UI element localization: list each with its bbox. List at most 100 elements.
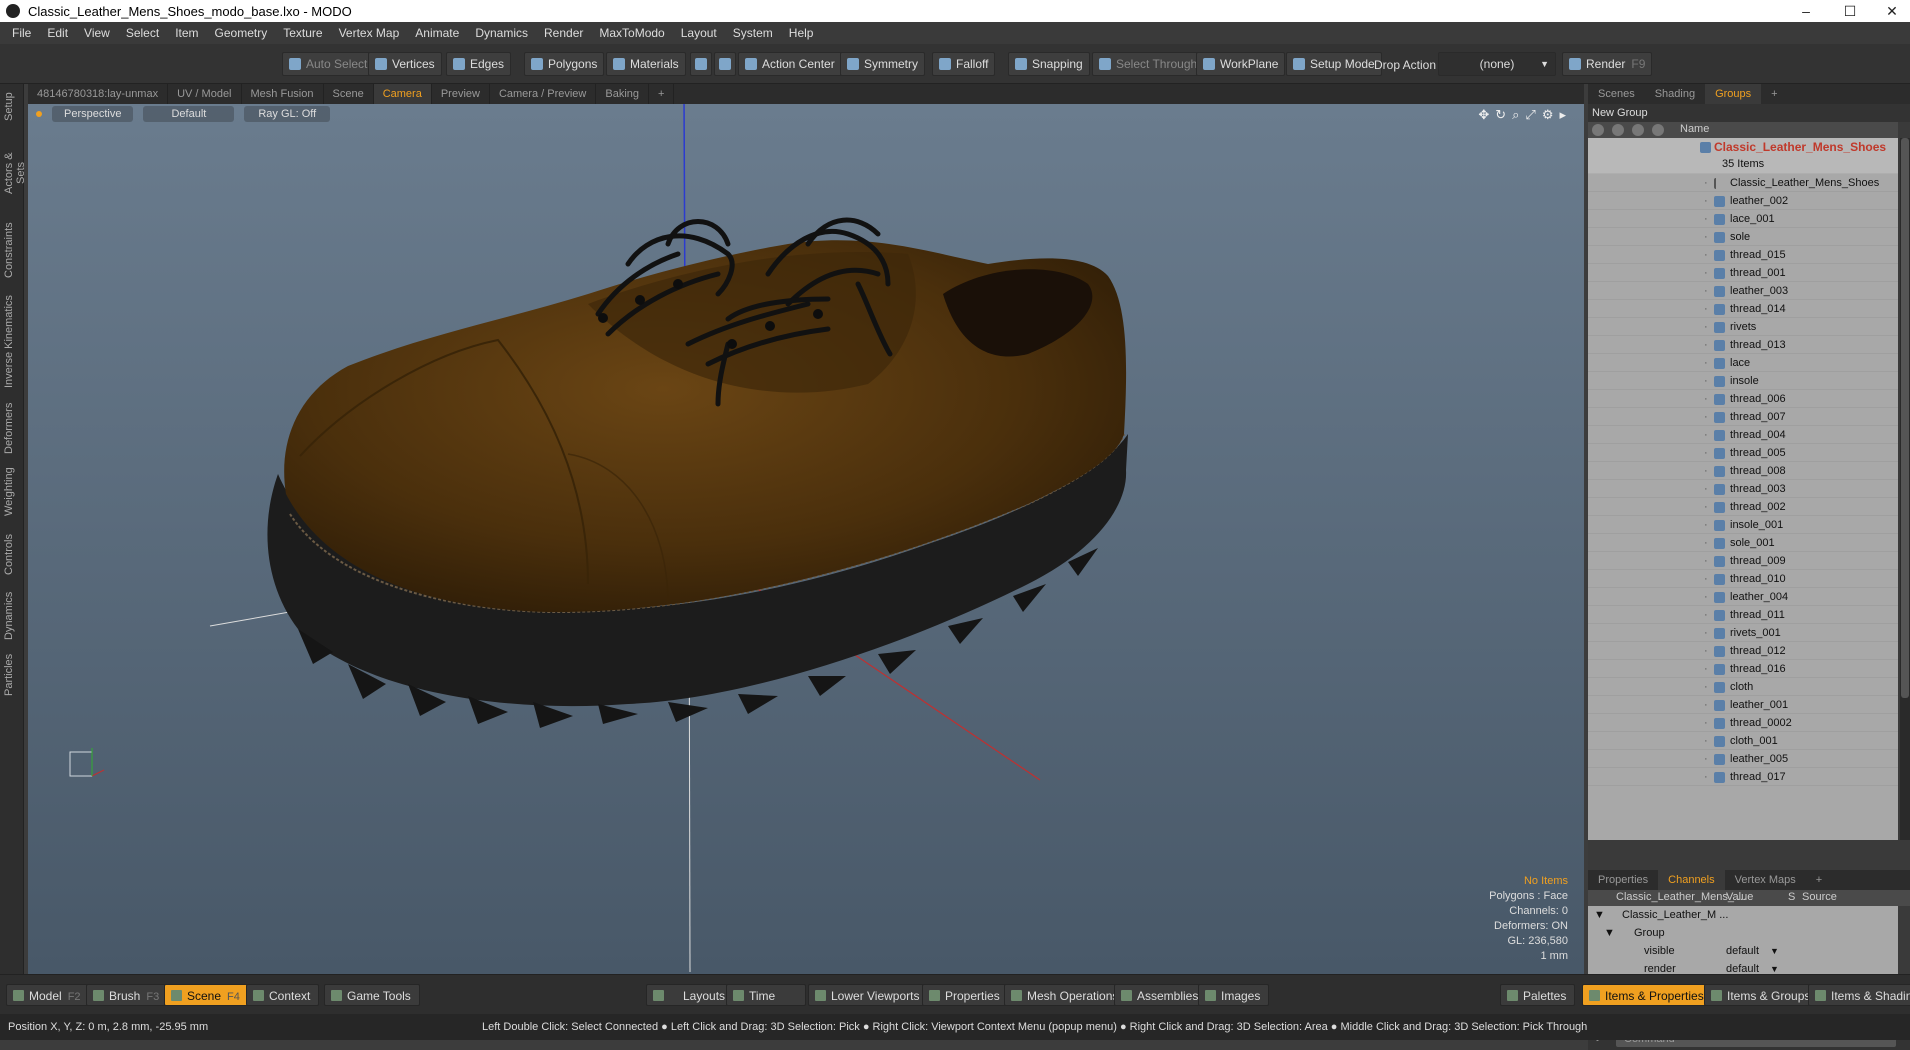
menu-select[interactable]: Select bbox=[118, 26, 167, 40]
tab-weighting[interactable]: Weighting bbox=[3, 464, 19, 520]
materials-button[interactable]: Materials bbox=[606, 52, 686, 76]
tab-mesh-fusion[interactable]: Mesh Fusion bbox=[242, 84, 324, 104]
lock-icon[interactable] bbox=[1632, 124, 1644, 136]
group-item-row[interactable]: · thread_001 bbox=[1588, 264, 1898, 282]
tab-deformers[interactable]: Deformers bbox=[3, 400, 19, 456]
menu-animate[interactable]: Animate bbox=[407, 26, 467, 40]
tab-setup[interactable]: Setup bbox=[3, 90, 19, 124]
channel-item-row[interactable]: ▼ Classic_Leather_M ... bbox=[1588, 906, 1898, 924]
group-item-row[interactable]: · thread_012 bbox=[1588, 642, 1898, 660]
palettes-button[interactable]: Palettes bbox=[1500, 984, 1576, 1006]
group-item-row[interactable]: · rivets_001 bbox=[1588, 624, 1898, 642]
polygons-button[interactable]: Polygons bbox=[524, 52, 605, 76]
tab-controls[interactable]: Controls bbox=[3, 530, 19, 580]
tab-uv-model[interactable]: UV / Model bbox=[168, 84, 242, 104]
auto-select-button[interactable]: Auto Select bbox=[282, 52, 375, 76]
menu-file[interactable]: File bbox=[4, 26, 39, 40]
group-item-row[interactable]: · thread_015 bbox=[1588, 246, 1898, 264]
group-item-row[interactable]: · insole_001 bbox=[1588, 516, 1898, 534]
tab-vertex-maps[interactable]: Vertex Maps bbox=[1725, 870, 1806, 890]
move-view-icon[interactable]: ✥ bbox=[1478, 107, 1495, 122]
render-toggle-icon[interactable] bbox=[1612, 124, 1624, 136]
assemblies-button[interactable]: Assemblies bbox=[1114, 984, 1208, 1006]
maximize-button[interactable]: ☐ bbox=[1830, 0, 1870, 22]
brush-layout-button[interactable]: Brush F3 bbox=[86, 984, 169, 1006]
edges-button[interactable]: Edges bbox=[446, 52, 512, 76]
group-item-row[interactable]: · lace bbox=[1588, 354, 1898, 372]
lower-viewports-button[interactable]: Lower Viewports bbox=[808, 984, 929, 1006]
workplane-button[interactable]: WorkPlane bbox=[1196, 52, 1286, 76]
group-item-row[interactable]: · thread_0002 bbox=[1588, 714, 1898, 732]
expand-arrow-icon[interactable]: ▼ bbox=[1604, 924, 1615, 942]
menu-maxtomodo[interactable]: MaxToModo bbox=[591, 26, 672, 40]
maximize-view-icon[interactable]: ⤢ bbox=[1525, 107, 1541, 122]
visibility-eye-icon[interactable] bbox=[1592, 124, 1604, 136]
menu-dynamics[interactable]: Dynamics bbox=[467, 26, 536, 40]
menu-help[interactable]: Help bbox=[781, 26, 822, 40]
group-item-row[interactable]: · thread_016 bbox=[1588, 660, 1898, 678]
menu-view[interactable]: View bbox=[76, 26, 118, 40]
context-button[interactable]: Context bbox=[246, 984, 320, 1006]
setup-mode-button[interactable]: Setup Mode bbox=[1286, 52, 1382, 76]
mesh-operations-button[interactable]: Mesh Operations bbox=[1004, 984, 1128, 1006]
tab-dynamics[interactable]: Dynamics bbox=[3, 588, 19, 644]
menu-texture[interactable]: Texture bbox=[275, 26, 330, 40]
groups-scroll-thumb[interactable] bbox=[1901, 138, 1909, 698]
group-item-row[interactable]: · thread_005 bbox=[1588, 444, 1898, 462]
tab-channels[interactable]: Channels bbox=[1658, 870, 1725, 890]
menu-vertex-map[interactable]: Vertex Map bbox=[331, 26, 408, 40]
drop-action-select[interactable]: (none) ▼ bbox=[1438, 52, 1556, 76]
menu-render[interactable]: Render bbox=[536, 26, 591, 40]
add-panel-tab-button[interactable]: + bbox=[1761, 84, 1787, 104]
view-menu-arrow-icon[interactable]: ▸ bbox=[1559, 107, 1572, 122]
group-item-row[interactable]: · thread_011 bbox=[1588, 606, 1898, 624]
tab-groups[interactable]: Groups bbox=[1705, 84, 1762, 104]
channel-source-column[interactable]: Source bbox=[1802, 891, 1837, 903]
group-item-row[interactable]: · leather_005 bbox=[1588, 750, 1898, 768]
tab-actors-sets[interactable]: Actors & Sets bbox=[3, 140, 27, 206]
expand-arrow-icon[interactable]: ▼ bbox=[1594, 906, 1605, 924]
items-shading-button[interactable]: Items & Shading bbox=[1808, 984, 1910, 1006]
group-item-row[interactable]: · thread_007 bbox=[1588, 408, 1898, 426]
name-column-header[interactable]: Name bbox=[1680, 123, 1709, 135]
items-groups-button[interactable]: Items & Groups bbox=[1704, 984, 1820, 1006]
group-item-row[interactable]: · thread_009 bbox=[1588, 552, 1898, 570]
chevron-down-icon[interactable]: ▼ bbox=[1770, 942, 1779, 960]
menu-system[interactable]: System bbox=[725, 26, 781, 40]
menu-item[interactable]: Item bbox=[167, 26, 206, 40]
channel-visible-row[interactable]: visible default ▼ bbox=[1588, 942, 1898, 960]
add-prop-tab-button[interactable]: + bbox=[1806, 870, 1832, 890]
zoom-view-icon[interactable]: ⌕ bbox=[1512, 107, 1525, 122]
tab-particles[interactable]: Particles bbox=[3, 648, 19, 702]
tab-scenes[interactable]: Scenes bbox=[1588, 84, 1645, 104]
group-item-row[interactable]: · cloth bbox=[1588, 678, 1898, 696]
select-toggle-icon[interactable] bbox=[1652, 124, 1664, 136]
group-item-row[interactable]: · sole bbox=[1588, 228, 1898, 246]
group-item-row[interactable]: · thread_004 bbox=[1588, 426, 1898, 444]
group-item-row[interactable]: · Classic_Leather_Mens_Shoes bbox=[1588, 174, 1898, 192]
group-item-row[interactable]: · thread_003 bbox=[1588, 480, 1898, 498]
channel-group-row[interactable]: ▼ Group bbox=[1588, 924, 1898, 942]
render-button[interactable]: Render F9 bbox=[1562, 52, 1653, 76]
tab-preview[interactable]: Preview bbox=[432, 84, 490, 104]
raygl-toggle[interactable]: Ray GL: Off bbox=[244, 106, 331, 122]
group-item-row[interactable]: · leather_004 bbox=[1588, 588, 1898, 606]
view-settings-gear-icon[interactable]: ⚙ bbox=[1542, 107, 1560, 122]
group-item-row[interactable]: · thread_008 bbox=[1588, 462, 1898, 480]
channel-visible-value[interactable]: default bbox=[1726, 942, 1759, 960]
group-item-row[interactable]: · thread_014 bbox=[1588, 300, 1898, 318]
model-layout-button[interactable]: Model F2 bbox=[6, 984, 90, 1006]
channel-s-column[interactable]: S bbox=[1788, 891, 1795, 903]
add-tab-button[interactable]: + bbox=[649, 84, 675, 104]
scene-layout-button[interactable]: Scene F4 bbox=[164, 984, 249, 1006]
group-item-row[interactable]: · thread_013 bbox=[1588, 336, 1898, 354]
falloff-button[interactable]: Falloff bbox=[932, 52, 996, 76]
select-mode-alt-button[interactable] bbox=[714, 52, 736, 76]
group-item-row[interactable]: · cloth_001 bbox=[1588, 732, 1898, 750]
new-group-button[interactable]: New Group bbox=[1588, 104, 1910, 122]
group-item-row[interactable]: · thread_010 bbox=[1588, 570, 1898, 588]
properties-button[interactable]: Properties bbox=[922, 984, 1009, 1006]
snapping-button[interactable]: Snapping bbox=[1008, 52, 1090, 76]
tab-layout-unmax[interactable]: 48146780318:lay-unmax bbox=[28, 84, 169, 104]
items-properties-button[interactable]: Items & Properties bbox=[1582, 984, 1713, 1006]
